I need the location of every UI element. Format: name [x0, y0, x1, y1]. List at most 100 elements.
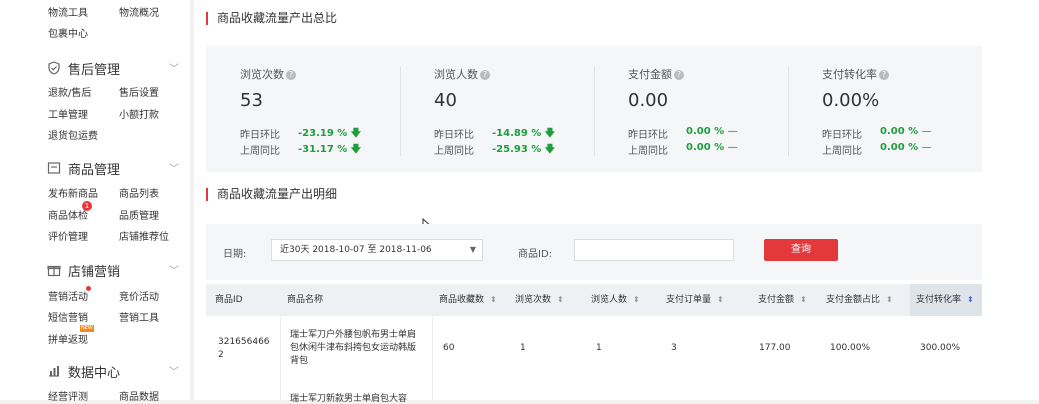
dod-label: 昨日环比 — [434, 130, 474, 141]
cell-favorites: 60 — [443, 343, 455, 353]
wow-label: 上周同比 — [628, 146, 668, 157]
sidebar-section-title: 店铺营销 — [68, 265, 121, 280]
dod-label: 昨日环比 — [822, 130, 862, 141]
table-row: 321656466 2 瑞士军刀户外腰包帆布男士单肩 包休闲牛津布斜挎包女运动韩版背… — [206, 316, 982, 383]
wow-label: 上周同比 — [434, 146, 474, 157]
cell-divider — [432, 382, 433, 400]
sidebar-item-logistics-overview[interactable]: 物流概况 — [119, 4, 159, 19]
new-tag: NEW — [80, 325, 94, 332]
col-amount[interactable]: 支付金额 ⬍ — [758, 284, 807, 316]
col-conversion[interactable]: 支付转化率 ⬍ — [910, 284, 982, 316]
dash-icon: — — [921, 142, 932, 153]
filter-bar: 日期: 近30天 2018-10-07 至 2018-11-06 ▼ 商品ID:… — [206, 224, 982, 280]
sort-icon[interactable]: ⬍ — [967, 295, 974, 304]
arrow-down-icon: 🡇 — [350, 144, 362, 155]
help-icon[interactable]: ? — [480, 70, 490, 80]
sidebar-item-recommend-slots[interactable]: 店铺推荐位 — [119, 228, 169, 243]
stat-value: 0.00% — [822, 90, 880, 111]
sidebar-section-after-sales[interactable]: 售后管理 ﹀ — [47, 59, 187, 79]
date-range-select[interactable]: 近30天 2018-10-07 至 2018-11-06 ▼ — [271, 239, 483, 261]
sidebar-item-group-cashback[interactable]: 拼单返现 — [48, 331, 88, 346]
sidebar-item-logistics-tools[interactable]: 物流工具 — [48, 4, 88, 19]
col-visitors[interactable]: 浏览人数 ⬍ — [591, 284, 640, 316]
col-favorites[interactable]: 商品收藏数 ⬍ — [439, 284, 497, 316]
sidebar-item-bidding[interactable]: 竞价活动 — [119, 288, 159, 303]
cell-views: 1 — [520, 343, 526, 353]
cell-product-name[interactable]: 瑞士军刀新款男士单肩包大容 — [290, 391, 407, 404]
arrow-down-icon: 🡇 — [350, 128, 362, 139]
summary-title: 商品收藏流量产出总比 — [206, 12, 337, 25]
sidebar-item-small-payment[interactable]: 小额打款 — [119, 106, 159, 121]
product-id-input[interactable] — [574, 239, 734, 261]
stat-value: 53 — [240, 90, 263, 111]
shield-icon — [48, 61, 60, 75]
cell-product-name[interactable]: 瑞士军刀户外腰包帆布男士单肩 包休闲牛津布斜挎包女运动韩版 背包 — [290, 329, 430, 368]
sidebar-item-refund[interactable]: 退款/售后 — [48, 84, 91, 99]
sidebar-item-parcel-center[interactable]: 包裹中心 — [48, 25, 88, 40]
sidebar-item-product-list[interactable]: 商品列表 — [119, 185, 159, 200]
sidebar-item-publish-product[interactable]: 发布新商品 — [48, 185, 98, 200]
sidebar-item-sms-marketing[interactable]: 短信营销 — [48, 309, 88, 324]
col-amount-share[interactable]: 支付金额占比 ⬍ — [826, 284, 893, 316]
sidebar-section-marketing[interactable]: 店铺营销 ﹀ — [47, 261, 187, 281]
sidebar-item-reviews[interactable]: 评价管理 — [48, 228, 88, 243]
sidebar-item-tickets[interactable]: 工单管理 — [48, 106, 88, 121]
cell-divider — [280, 316, 281, 382]
chart-icon — [49, 366, 59, 377]
stat-label: 支付转化率? — [822, 66, 889, 82]
sidebar-item-after-sales-settings[interactable]: 售后设置 — [119, 84, 159, 99]
chevron-down-icon[interactable]: ﹀ — [169, 160, 179, 175]
product-icon — [47, 162, 61, 174]
stat-label: 浏览人数? — [434, 66, 490, 82]
sidebar-section-title: 商品管理 — [68, 163, 121, 178]
wow-value: -25.93 % 🡇 — [492, 144, 556, 155]
chevron-down-icon[interactable]: ﹀ — [169, 262, 179, 277]
chevron-down-icon[interactable]: ﹀ — [169, 363, 179, 378]
dod-label: 昨日环比 — [240, 130, 280, 141]
cell-orders: 3 — [671, 343, 677, 353]
query-button[interactable]: 查询 — [764, 239, 838, 261]
help-icon[interactable]: ? — [674, 70, 684, 80]
stat-value: 0.00 — [628, 90, 669, 111]
date-label: 日期: — [223, 249, 247, 260]
wow-value: 0.00 % — — [686, 142, 738, 153]
sort-icon[interactable]: ⬍ — [633, 295, 640, 304]
product-id-label: 商品ID: — [518, 249, 553, 260]
sidebar: 物流工具 物流概况 包裹中心 售后管理 ﹀ 退款/售后 售后设置 工单管理 小额… — [0, 0, 190, 403]
sort-icon[interactable]: ⬍ — [717, 295, 724, 304]
sort-icon[interactable]: ⬍ — [557, 295, 564, 304]
sidebar-section-products[interactable]: 商品管理 ﹀ — [47, 159, 187, 179]
table-row: 瑞士军刀新款男士单肩包大容 — [206, 382, 982, 404]
sidebar-section-data-center[interactable]: 数据中心 ﹀ — [47, 362, 187, 382]
sidebar-item-return-shipping[interactable]: 退货包运费 — [48, 127, 98, 142]
sort-icon[interactable]: ⬍ — [490, 295, 497, 304]
red-dot — [86, 286, 91, 291]
col-views[interactable]: 浏览次数 ⬍ — [515, 284, 564, 316]
help-icon[interactable]: ? — [879, 70, 889, 80]
sort-icon[interactable]: ⬍ — [800, 295, 807, 304]
dash-icon: — — [921, 126, 932, 137]
sort-icon[interactable]: ⬍ — [886, 295, 893, 304]
chevron-down-icon[interactable]: ﹀ — [169, 60, 179, 75]
sidebar-item-marketing-tools[interactable]: 营销工具 — [119, 309, 159, 324]
col-orders[interactable]: 支付订单量 ⬍ — [666, 284, 724, 316]
dash-icon: — — [727, 126, 738, 137]
wow-label: 上周同比 — [240, 146, 280, 157]
stat-label: 浏览次数? — [240, 66, 296, 82]
help-icon[interactable]: ? — [286, 70, 296, 80]
dod-value: -23.19 % 🡇 — [298, 128, 362, 139]
cell-product-id[interactable]: 321656466 2 — [218, 336, 270, 362]
sidebar-item-campaigns[interactable]: 营销活动 — [48, 288, 88, 303]
stat-card-visitors: 浏览人数? 40 昨日环比 -14.89 % 🡇 上周同比 -25.93 % 🡇 — [400, 46, 594, 172]
sidebar-item-quality[interactable]: 品质管理 — [119, 207, 159, 222]
wow-label: 上周同比 — [822, 146, 862, 157]
col-product-name: 商品名称 — [287, 295, 324, 305]
cell-divider — [432, 316, 433, 382]
arrow-down-icon: 🡇 — [544, 144, 556, 155]
sidebar-item-product-check[interactable]: 商品体检 — [48, 207, 88, 222]
sidebar-item-product-data[interactable]: 商品数据 — [119, 388, 159, 403]
col-product-id: 商品ID — [215, 295, 243, 305]
sidebar-item-business-eval[interactable]: 经营评测 — [48, 388, 88, 403]
wow-value: -31.17 % 🡇 — [298, 144, 362, 155]
dod-value: 0.00 % — — [880, 126, 932, 137]
